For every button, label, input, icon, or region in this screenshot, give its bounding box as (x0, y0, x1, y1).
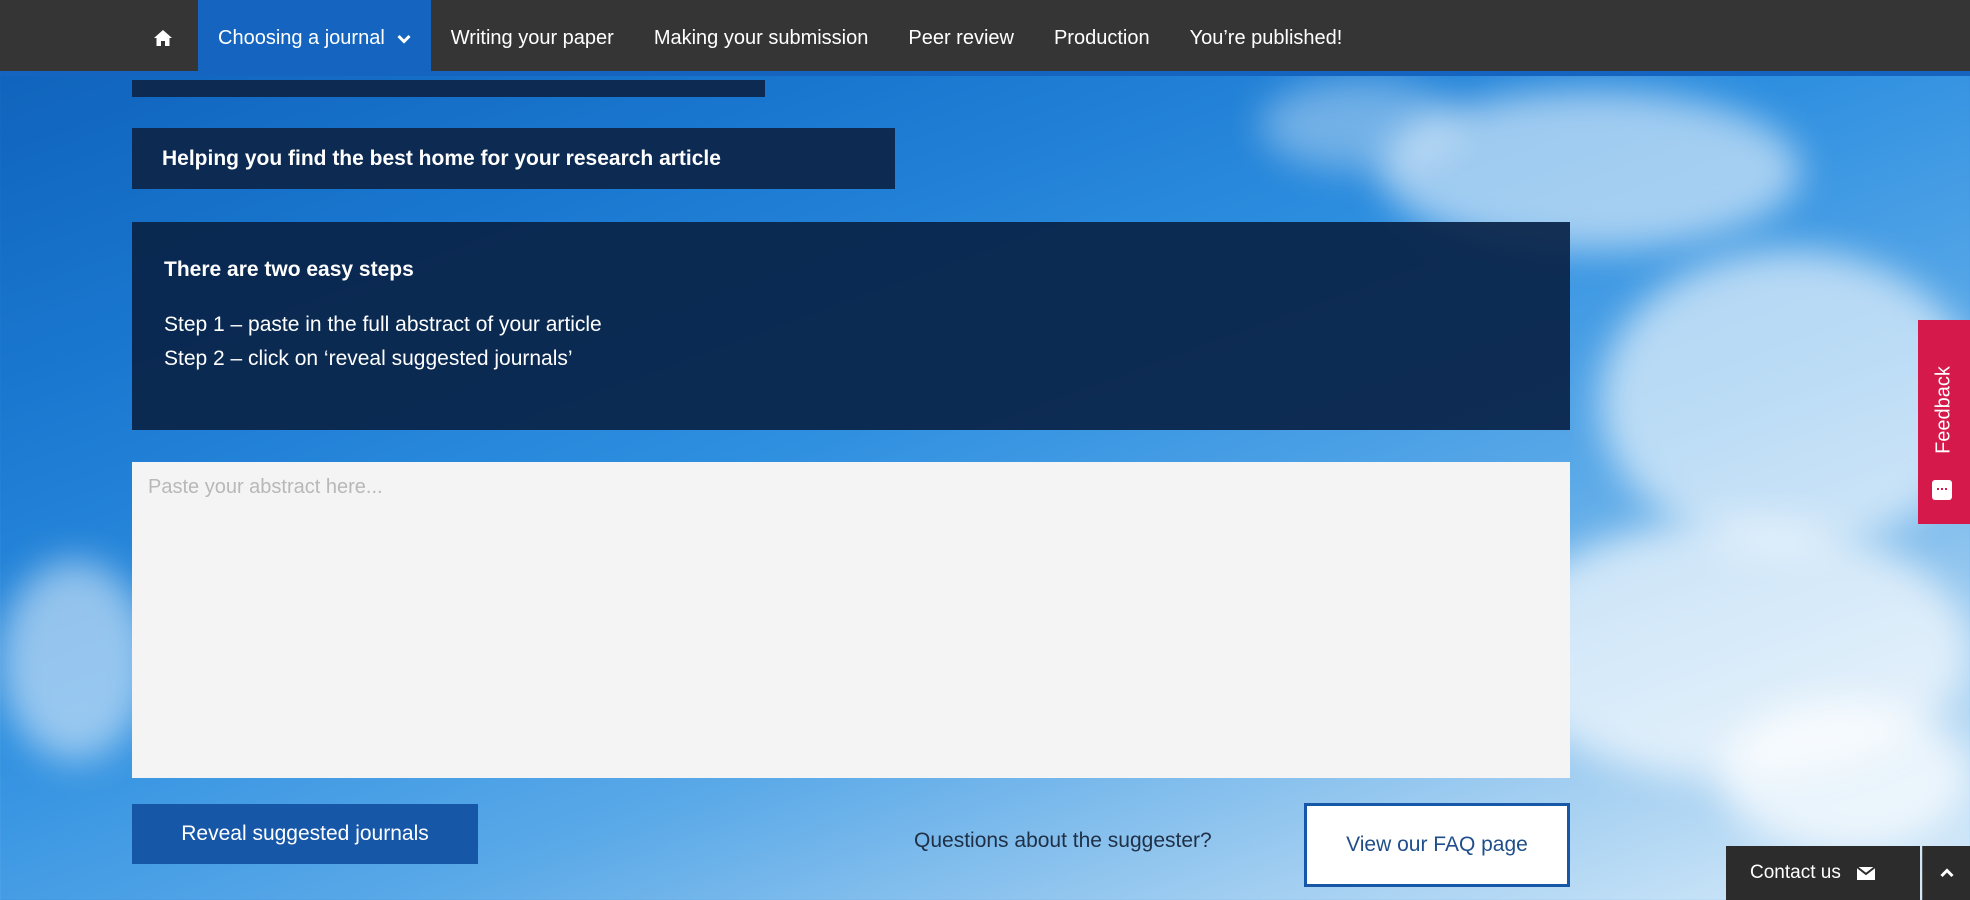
feedback-label: Feedback (1932, 366, 1955, 454)
nav-item-label: Writing your paper (450, 26, 614, 49)
nav-home[interactable] (140, 0, 186, 76)
step-1: Step 1 – paste in the full abstract of y… (164, 313, 602, 336)
nav-item-label: Production (1053, 26, 1150, 49)
nav-list: Choosing a journal Writing your paper Ma… (198, 0, 1362, 76)
header-strip (132, 80, 765, 97)
envelope-icon (1856, 866, 1875, 880)
chat-icon (1932, 480, 1952, 500)
home-icon (154, 30, 172, 46)
nav-item-label: Peer review (908, 26, 1014, 49)
nav-item-making-your-submission[interactable]: Making your submission (634, 0, 889, 76)
nav-item-writing-your-paper[interactable]: Writing your paper (431, 0, 634, 76)
background-cloud (1720, 700, 1970, 850)
nav-item-label: Making your submission (653, 26, 869, 49)
nav-item-label: Choosing a journal (218, 26, 385, 49)
feedback-tab[interactable]: Feedback (1918, 320, 1970, 524)
abstract-input[interactable] (132, 462, 1570, 778)
page-heading: Helping you find the best home for your … (132, 128, 895, 189)
nav-item-choosing-a-journal[interactable]: Choosing a journal (198, 0, 431, 76)
view-faq-button[interactable]: View our FAQ page (1304, 803, 1570, 887)
background-cloud (0, 560, 150, 760)
background-cloud (1260, 80, 1460, 170)
contact-us-button[interactable]: Contact us (1726, 846, 1920, 900)
step-2: Step 2 – click on ‘reveal suggested jour… (164, 347, 573, 370)
page-heading-text: Helping you find the best home for your … (162, 146, 721, 170)
background-cloud (1600, 250, 1970, 550)
reveal-button-label: Reveal suggested journals (181, 822, 429, 845)
faq-button-label: View our FAQ page (1346, 833, 1528, 856)
reveal-suggested-journals-button[interactable]: Reveal suggested journals (132, 804, 478, 864)
chevron-up-icon (1939, 868, 1954, 878)
nav-item-label: You’re published! (1189, 26, 1343, 49)
nav-item-production[interactable]: Production (1034, 0, 1170, 76)
back-to-top-button[interactable] (1922, 846, 1970, 900)
nav-item-youre-published[interactable]: You’re published! (1170, 0, 1363, 76)
chevron-down-icon (397, 34, 411, 44)
steps-panel: There are two easy steps Step 1 – paste … (132, 222, 1570, 430)
contact-us-label: Contact us (1750, 862, 1841, 883)
faq-prompt: Questions about the suggester? (914, 829, 1212, 852)
nav-item-peer-review[interactable]: Peer review (888, 0, 1034, 76)
steps-title: There are two easy steps (164, 258, 414, 281)
top-navigation: Choosing a journal Writing your paper Ma… (0, 0, 1970, 76)
